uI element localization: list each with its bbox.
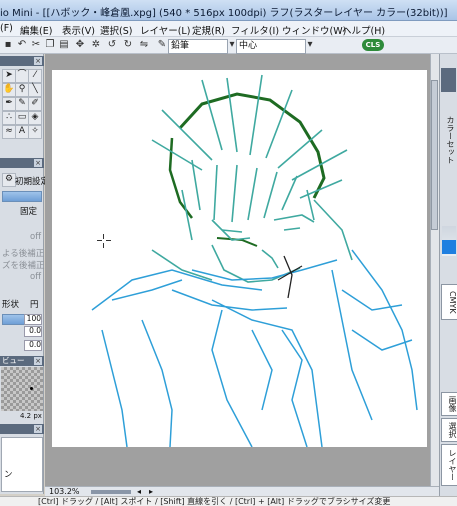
toolbar: ▪ ↶ ✂ ❐ ▤ ✥ ✲ ↺ ↻ ⇋ ✎ 鉛筆 ▾ 中心 ▾ CLS [0, 37, 457, 54]
zoom-tool-icon[interactable]: ⚲ [15, 83, 29, 97]
zoom-level[interactable]: 103.2% [49, 487, 80, 496]
right-panel: カラーセット CMYK 画像 選択 レイヤー [439, 54, 457, 496]
left-panel: × ➤ ⌒ ⁄ ✋ ⚲ ╲ ✒ ✎ ✐ ∴ ▭ ◈ ≈ A ✧ × ⚙ 初期設定… [0, 54, 49, 494]
opacity-value[interactable]: 100 [24, 314, 42, 325]
lasso-tool-icon[interactable]: ⌒ [15, 69, 29, 83]
opacity-slider[interactable] [2, 314, 26, 325]
layer-item[interactable]: ン [4, 468, 13, 480]
sketch-drawing [91, 74, 418, 447]
menu-filter[interactable]: フィルタ(I) [231, 23, 279, 37]
title-bar: io Mini - [[ハボック・峰倉凰.xpg] (540 * 516px 1… [0, 0, 457, 21]
menu-layer[interactable]: レイヤー(L) [140, 23, 190, 37]
cls-badge[interactable]: CLS [362, 39, 384, 51]
menu-view[interactable]: 表示(V) [62, 23, 95, 37]
tool-panel-title: × [0, 56, 44, 66]
menu-edit[interactable]: 編集(E) [20, 23, 52, 37]
hint-text: [Ctrl] ドラッグ / [Alt] スポイト / [Shift] 直線を引く… [38, 497, 391, 506]
close-icon[interactable]: × [34, 357, 42, 365]
menu-ruler[interactable]: 定規(R) [192, 23, 225, 37]
hint-bar: [Ctrl] ドラッグ / [Alt] スポイト / [Shift] 直線を引く… [0, 496, 457, 506]
value-field[interactable]: 0.0 [24, 340, 42, 351]
zoom-out-icon[interactable]: ◂ [137, 487, 141, 496]
close-icon[interactable]: × [34, 425, 42, 433]
copy-icon[interactable]: ❐ [44, 39, 56, 51]
transform-icon[interactable]: ✥ [74, 39, 86, 51]
crosshair-cursor-icon [97, 234, 111, 248]
window-title: io Mini - [[ハボック・峰倉凰.xpg] (540 * 516px 1… [0, 8, 448, 19]
reset-button[interactable]: 初期設定 [15, 175, 49, 187]
current-color-swatch[interactable] [442, 240, 456, 254]
text-tool-icon[interactable]: A [15, 125, 29, 139]
shape-label: 形状 [2, 300, 20, 310]
eyedropper-icon[interactable]: ⁄ [28, 69, 42, 83]
close-icon[interactable]: × [34, 57, 42, 65]
blend-tool-icon[interactable]: ≈ [2, 125, 16, 139]
brush-dot [30, 387, 33, 390]
preview-panel-title: ビュー × [0, 356, 44, 366]
arrow-tool-icon[interactable]: ➤ [2, 69, 16, 83]
brush-size-slider[interactable] [2, 191, 42, 202]
off-label: off [30, 272, 42, 282]
menu-window[interactable]: ウィンドウ(W) [282, 23, 346, 37]
cmyk-tab[interactable]: CMYK [441, 284, 457, 320]
drawing-canvas[interactable] [52, 70, 427, 447]
pencil-icon: ✎ [157, 39, 167, 50]
select-tab[interactable]: 選択 [441, 418, 457, 442]
menu-select[interactable]: 選択(S) [100, 23, 132, 37]
brush-select[interactable]: 鉛筆 [168, 39, 228, 54]
menu-help[interactable]: ヘルプ(H) [342, 23, 385, 37]
paste-icon[interactable]: ▤ [58, 39, 70, 51]
menu-file[interactable]: (F) [0, 23, 13, 34]
brush-tool-icon[interactable]: ✐ [28, 97, 42, 111]
circle-label[interactable]: 円 [30, 298, 39, 310]
eraser-tool-icon[interactable]: ▭ [15, 111, 29, 125]
close-icon[interactable]: × [34, 159, 42, 167]
pencil-tool-icon[interactable]: ✎ [15, 97, 29, 111]
size-correction-label: ズを後補正 [2, 261, 45, 271]
select-all-icon[interactable]: ✲ [90, 39, 102, 51]
undo-icon[interactable]: ↶ [16, 39, 28, 51]
rotate-left-icon[interactable]: ↺ [106, 39, 118, 51]
center-select[interactable]: 中心 [236, 39, 306, 54]
hand-tool-icon[interactable]: ✋ [2, 83, 16, 97]
cut-icon[interactable]: ✂ [30, 39, 42, 51]
status-bar: 103.2% ◂ ▸ [45, 486, 439, 496]
image-tab[interactable]: 画像 [441, 392, 457, 416]
flip-icon[interactable]: ⇋ [138, 39, 150, 51]
save-icon[interactable]: ▪ [2, 39, 14, 51]
correction-label: よる後補正 [2, 249, 45, 259]
airbrush-tool-icon[interactable]: ∴ [2, 111, 16, 125]
pen-tool-icon[interactable]: ✒ [2, 97, 16, 111]
chevron-down-icon[interactable]: ▾ [304, 39, 316, 51]
color-panel-header [441, 68, 456, 92]
value-field[interactable]: 0.0 [24, 326, 42, 337]
line-tool-icon[interactable]: ╲ [28, 83, 42, 97]
layer-list: ン [1, 437, 43, 492]
layer-panel-title: × [0, 424, 44, 434]
preview-title: ビュー [2, 356, 25, 365]
zoom-in-icon[interactable]: ▸ [149, 487, 153, 496]
zoom-slider[interactable] [91, 490, 131, 494]
settings-icon[interactable]: ⚙ [2, 173, 16, 187]
menu-bar: (F) 編集(E) 表示(V) 選択(S) レイヤー(L) 定規(R) フィルタ… [0, 21, 457, 37]
scrollbar-thumb[interactable] [431, 80, 438, 230]
magic-wand-icon[interactable]: ✧ [28, 125, 42, 139]
fixed-label[interactable]: 固定 [20, 205, 37, 217]
tool-options-title: × [0, 158, 44, 168]
rotate-right-icon[interactable]: ↻ [122, 39, 134, 51]
off-label: off [30, 232, 42, 242]
layer-tab[interactable]: レイヤー [441, 444, 457, 486]
fill-tool-icon[interactable]: ◈ [28, 111, 42, 125]
brush-size-label: 4.2 px [20, 412, 42, 420]
color-set-tab[interactable]: カラーセット [441, 94, 455, 186]
brush-preview [1, 367, 43, 411]
